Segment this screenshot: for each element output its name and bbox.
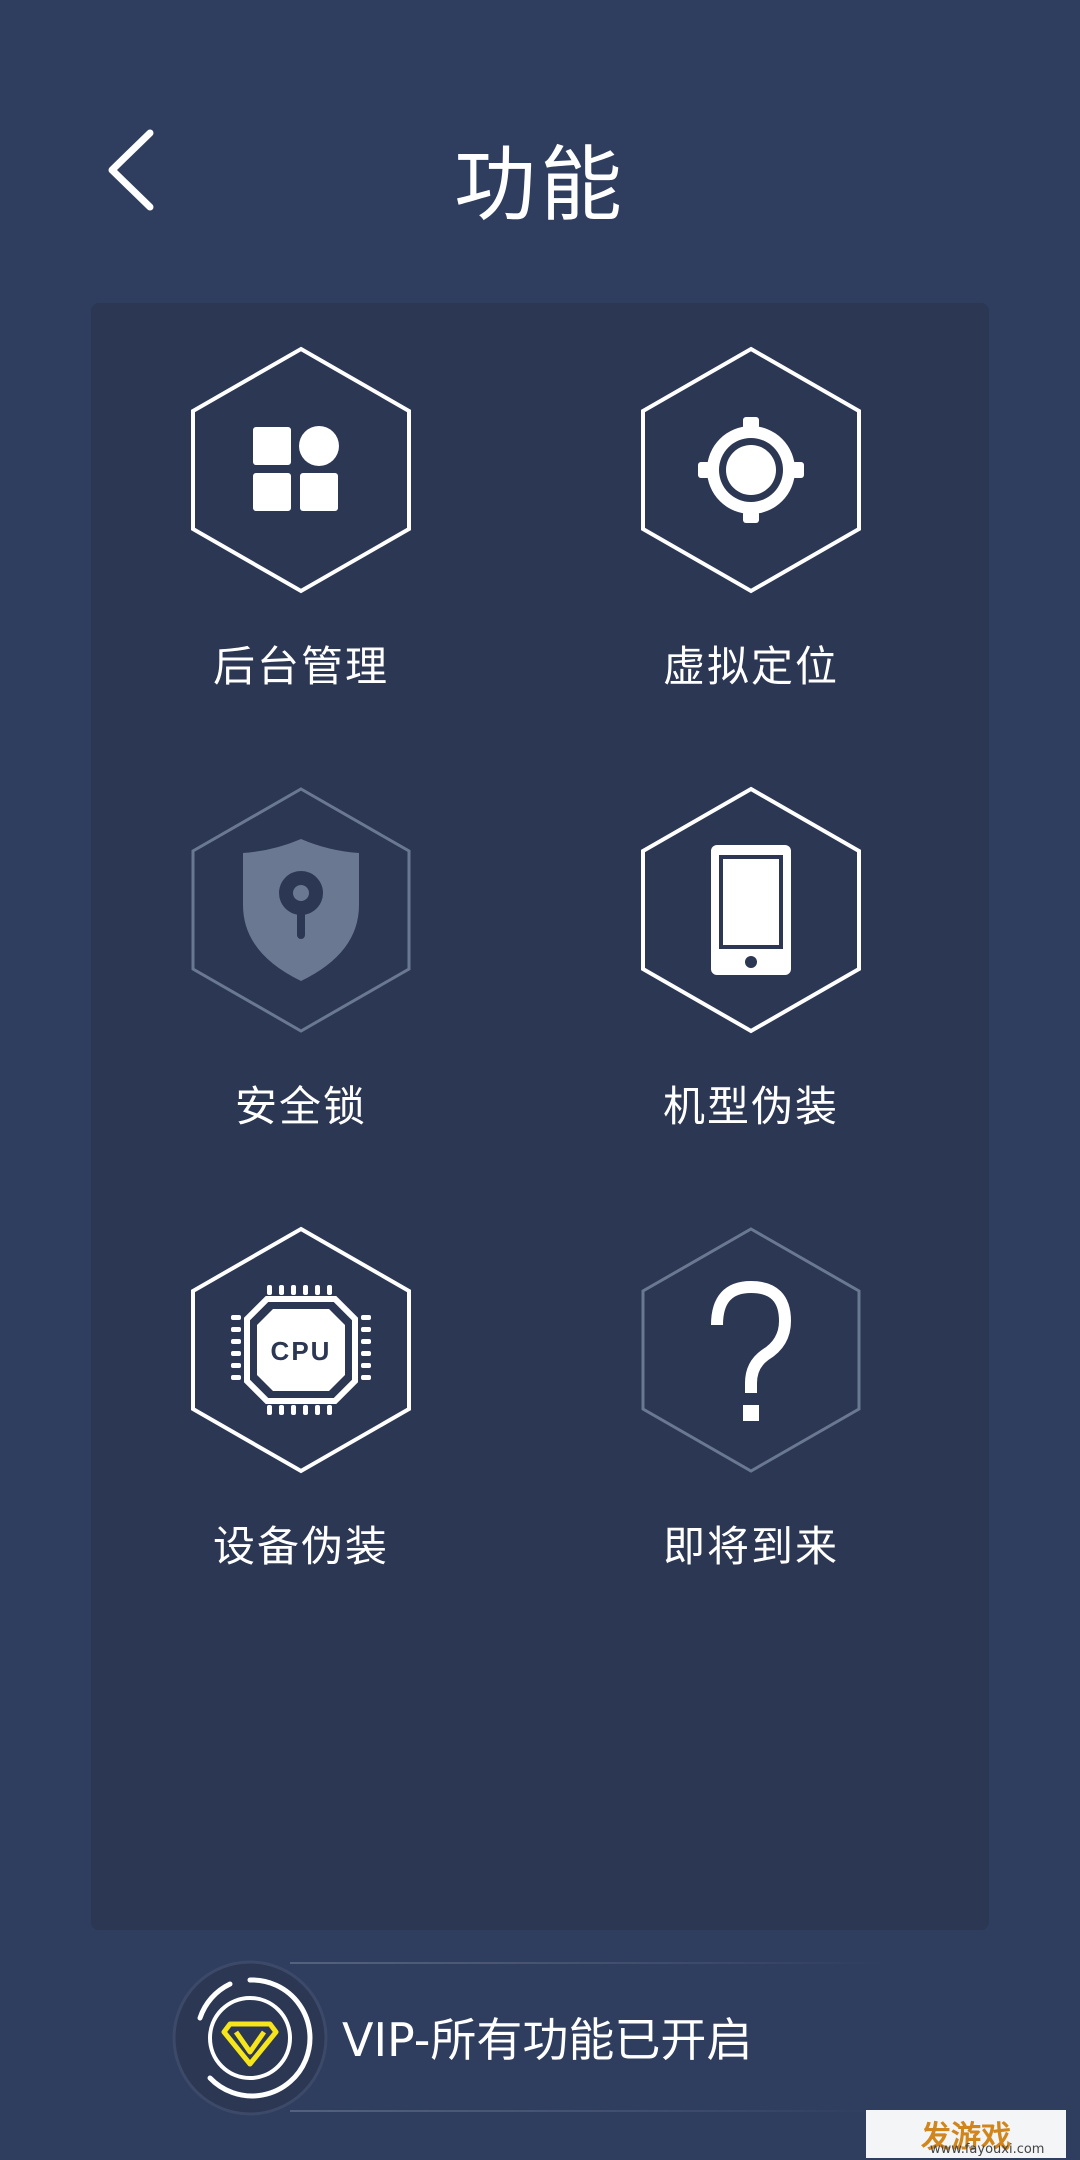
feature-panel: 后台管理 虚拟定位 安全锁 机型伪装 CPU 设备伪装 即将到来: [91, 303, 989, 1930]
feature-label: 机型伪装: [662, 1082, 839, 1131]
feature-label: 后台管理: [212, 642, 389, 691]
feature-background-manage[interactable]: 后台管理: [91, 303, 511, 703]
vip-badge-icon: [172, 1960, 328, 2116]
divider: [290, 2110, 890, 2112]
header: 功能: [0, 0, 1080, 300]
feature-label: 虚拟定位: [662, 642, 839, 691]
feature-device-disguise[interactable]: CPU 设备伪装: [91, 1183, 511, 1583]
question-mark-icon: [641, 1227, 861, 1473]
vip-status-text: VIP-所有功能已开启: [342, 2013, 753, 2067]
phone-icon: [641, 786, 861, 1034]
watermark-url: www.fayouxi.com: [930, 2142, 1045, 2157]
feature-coming-soon: 即将到来: [541, 1183, 961, 1583]
shield-lock-icon: [191, 787, 411, 1033]
apps-grid-icon: [191, 346, 411, 594]
feature-model-disguise[interactable]: 机型伪装: [541, 743, 961, 1143]
cpu-text: CPU: [271, 1336, 332, 1366]
feature-label: 安全锁: [234, 1082, 367, 1131]
feature-label: 设备伪装: [212, 1522, 389, 1571]
location-target-icon: [641, 346, 861, 594]
page-title: 功能: [453, 138, 626, 233]
cpu-chip-icon: CPU: [191, 1226, 411, 1474]
feature-security-lock[interactable]: 安全锁: [91, 743, 511, 1143]
vip-status-bar[interactable]: VIP-所有功能已开启: [170, 1958, 890, 2118]
feature-virtual-location[interactable]: 虚拟定位: [541, 303, 961, 703]
feature-label: 即将到来: [662, 1522, 839, 1571]
divider: [290, 1962, 890, 1964]
feature-grid: 后台管理 虚拟定位 安全锁 机型伪装 CPU 设备伪装 即将到来: [91, 303, 989, 1930]
